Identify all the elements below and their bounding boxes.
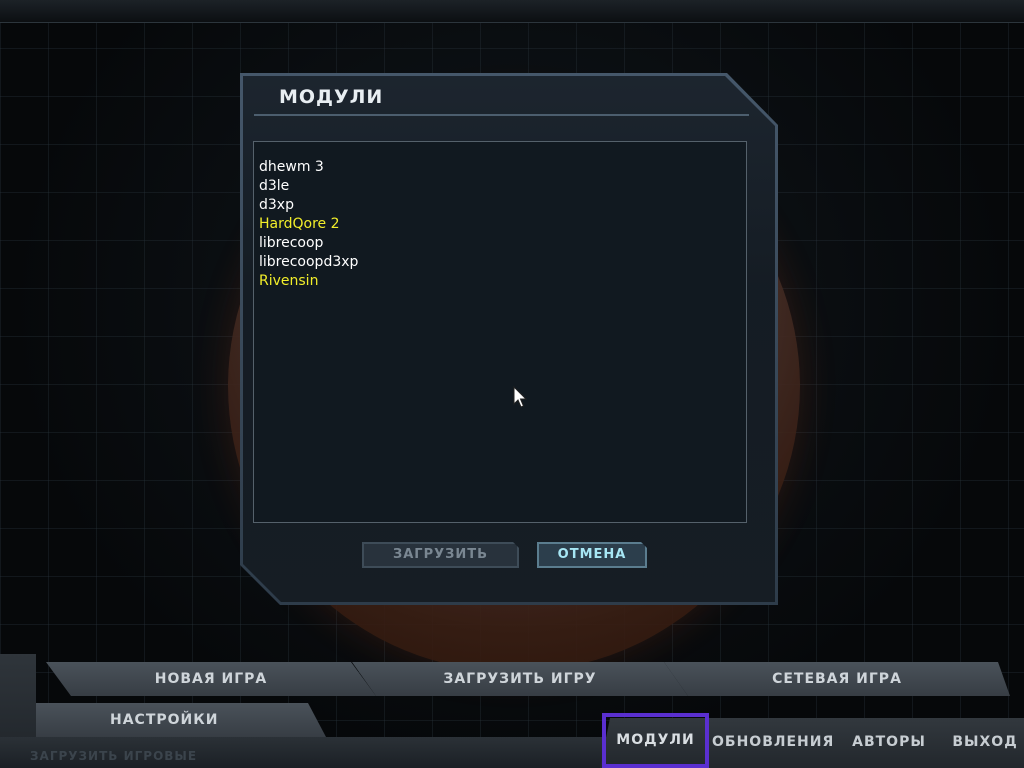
- load-game-button[interactable]: ЗАГРУЗИТЬ ИГРУ: [352, 662, 688, 696]
- top-bar: [0, 0, 1024, 23]
- mod-list-item[interactable]: Rivensin: [259, 272, 318, 291]
- cancel-button[interactable]: ОТМЕНА: [537, 542, 647, 568]
- load-hint-text: ЗАГРУЗИТЬ ИГРОВЫЕ: [30, 749, 198, 763]
- new-game-button[interactable]: НОВАЯ ИГРА: [46, 662, 376, 696]
- network-game-button[interactable]: СЕТЕВАЯ ИГРА: [664, 662, 1010, 696]
- mod-list-item[interactable]: dhewm 3: [259, 158, 324, 177]
- settings-button[interactable]: НАСТРОЙКИ: [36, 703, 326, 737]
- mod-list-item[interactable]: d3xp: [259, 196, 294, 215]
- dialog-title: МОДУЛИ: [279, 86, 384, 108]
- exit-button[interactable]: ВЫХОД: [950, 727, 1020, 757]
- mod-list-item[interactable]: HardQore 2: [259, 215, 340, 234]
- mod-list-item[interactable]: librecoop: [259, 234, 323, 253]
- main-menu-screen: МОДУЛИ dhewm 3 d3le d3xp HardQore 2 libr…: [0, 0, 1024, 768]
- mods-menu-button[interactable]: МОДУЛИ: [602, 713, 709, 768]
- mod-list-item[interactable]: d3le: [259, 177, 289, 196]
- mods-list[interactable]: dhewm 3 d3le d3xp HardQore 2 librecoop l…: [253, 141, 747, 523]
- updates-button[interactable]: ОБНОВЛЕНИЯ: [712, 727, 833, 757]
- authors-button[interactable]: АВТОРЫ: [850, 727, 928, 757]
- mod-list-item[interactable]: librecoopd3xp: [259, 253, 358, 272]
- load-button[interactable]: ЗАГРУЗИТЬ: [362, 542, 519, 568]
- mouse-cursor-icon: [513, 386, 527, 408]
- title-divider: [254, 114, 749, 116]
